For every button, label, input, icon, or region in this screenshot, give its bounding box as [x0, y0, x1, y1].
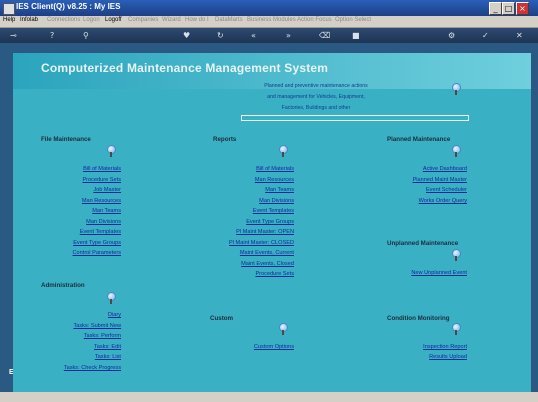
pin-icon: [279, 323, 288, 335]
link-report-man-resources[interactable]: Man Resources: [255, 177, 294, 183]
link-diary[interactable]: Diary: [108, 312, 121, 318]
link-event-scheduler[interactable]: Event Scheduler: [426, 187, 467, 193]
close-window-button[interactable]: ×: [516, 2, 529, 15]
app-icon: [3, 3, 15, 15]
link-tasks-perform[interactable]: Tasks: Perform: [84, 333, 121, 339]
link-report-man-teams[interactable]: Man Teams: [265, 187, 294, 193]
section-title-unplanned-maintenance: Unplanned Maintenance: [387, 240, 459, 247]
toolbar: ⊸ ? ⚲ ♥ ↻ « » ⌫ ■ ⚙ ✓ ✕: [0, 28, 538, 43]
menu-logon[interactable]: Logon: [83, 17, 100, 23]
menu-logoff[interactable]: Logoff: [105, 17, 122, 23]
link-report-pl-maint-open[interactable]: Pl Maint Master: OPEN: [236, 229, 294, 235]
check-icon[interactable]: ✓: [482, 30, 489, 41]
help-icon[interactable]: ?: [50, 30, 54, 41]
search-icon[interactable]: ⚲: [83, 30, 89, 41]
refresh-icon[interactable]: ↻: [217, 30, 224, 41]
description-line-2: and management for Vehicles, Equipment,: [267, 94, 365, 100]
section-title-file-maintenance: File Maintenance: [41, 136, 91, 143]
fast-forward-icon[interactable]: »: [286, 30, 291, 41]
rewind-icon[interactable]: «: [251, 30, 256, 41]
link-tasks-list[interactable]: Tasks: List: [95, 354, 121, 360]
link-man-divisions[interactable]: Man Divisions: [86, 219, 121, 225]
maximize-button[interactable]: □: [502, 2, 515, 15]
link-tasks-check-progress[interactable]: Tasks: Check Progress: [64, 365, 121, 371]
close-icon[interactable]: ✕: [516, 30, 523, 41]
link-tasks-submit-new[interactable]: Tasks: Submit New: [73, 323, 121, 329]
link-report-event-templates[interactable]: Event Templates: [253, 208, 294, 214]
link-job-master[interactable]: Job Master: [93, 187, 121, 193]
settings-icon[interactable]: ⚙: [448, 30, 455, 41]
window-title: IES Client(Q) v8.25 : My IES: [16, 2, 121, 11]
menu-connections[interactable]: Connections: [47, 17, 80, 23]
section-title-custom: Custom: [210, 315, 234, 322]
pin-icon: [452, 83, 461, 95]
menu-business-modules[interactable]: Business Modules: [247, 17, 296, 23]
delete-icon[interactable]: ⌫: [319, 30, 330, 41]
left-edge: E: [0, 43, 14, 402]
link-active-dashboard[interactable]: Active Dashboard: [423, 166, 467, 172]
link-report-event-type-groups[interactable]: Event Type Groups: [246, 219, 294, 225]
pin-icon: [452, 249, 461, 261]
link-report-pl-maint-closed[interactable]: Pl Maint Master: CLOSED: [229, 240, 294, 246]
link-event-type-groups[interactable]: Event Type Groups: [73, 240, 121, 246]
pin-icon: [279, 145, 288, 157]
section-title-condition-monitoring: Condition Monitoring: [387, 315, 450, 322]
link-works-order-query[interactable]: Works Order Query: [419, 198, 467, 204]
link-custom-options[interactable]: Custom Options: [254, 344, 294, 350]
link-report-maint-events-closed[interactable]: Maint Events, Closed: [241, 261, 294, 267]
link-procedure-sets[interactable]: Procedure Sets: [82, 177, 121, 183]
link-bill-of-materials[interactable]: Bill of Materials: [83, 166, 121, 172]
divider-box: [241, 115, 469, 121]
link-report-bill-of-materials[interactable]: Bill of Materials: [256, 166, 294, 172]
link-control-parameters[interactable]: Control Parameters: [73, 250, 122, 256]
menu-help[interactable]: Help: [3, 17, 15, 23]
pin-icon: [452, 145, 461, 157]
heart-icon[interactable]: ♥: [183, 30, 190, 41]
link-report-procedure-sets[interactable]: Procedure Sets: [255, 271, 294, 277]
menu-wizard[interactable]: Wizard: [162, 17, 181, 23]
link-report-maint-events-current[interactable]: Maint Events, Current: [240, 250, 294, 256]
link-man-resources[interactable]: Man Resources: [82, 198, 121, 204]
description-line-1: Planned and preventive maintenance actio…: [264, 83, 368, 89]
section-title-planned-maintenance: Planned Maintenance: [387, 136, 451, 143]
key-icon[interactable]: ⊸: [10, 30, 17, 41]
pin-icon: [107, 145, 116, 157]
stop-icon[interactable]: ■: [352, 30, 360, 41]
title-bar: IES Client(Q) v8.25 : My IES _ □ ×: [0, 0, 538, 16]
link-new-unplanned-event[interactable]: New Unplanned Event: [411, 270, 467, 276]
menu-option-select[interactable]: Option Select: [335, 17, 371, 23]
menu-bar: Help Infolab Connections Logon Logoff Co…: [0, 16, 538, 28]
menu-datamarts[interactable]: DataMarts: [215, 17, 243, 23]
section-title-administration: Administration: [41, 282, 85, 289]
description-line-3: Factories, Buildings and other: [281, 105, 351, 111]
menu-action-focus[interactable]: Action Focus: [297, 17, 332, 23]
page-title: Computerized Maintenance Management Syst…: [41, 61, 329, 75]
minimize-button[interactable]: _: [489, 2, 502, 15]
link-planned-maint-master[interactable]: Planned Maint Master: [413, 177, 467, 183]
link-tasks-edit[interactable]: Tasks: Edit: [94, 344, 121, 350]
link-report-man-divisions[interactable]: Man Divisions: [259, 198, 294, 204]
pin-icon: [452, 323, 461, 335]
link-inspection-report[interactable]: Inspection Report: [423, 344, 467, 350]
link-results-upload[interactable]: Results Upload: [429, 354, 467, 360]
link-man-teams[interactable]: Man Teams: [92, 208, 121, 214]
menu-companies[interactable]: Companies: [128, 17, 158, 23]
pin-icon: [107, 292, 116, 304]
section-title-reports: Reports: [213, 136, 237, 143]
menu-infolab[interactable]: Infolab: [20, 17, 38, 23]
main-panel: Computerized Maintenance Management Syst…: [13, 53, 531, 393]
status-strip: [0, 392, 538, 402]
link-event-templates[interactable]: Event Templates: [80, 229, 121, 235]
content-area: E Computerized Maintenance Management Sy…: [0, 43, 538, 402]
menu-how-do-i[interactable]: How do I: [185, 17, 209, 23]
